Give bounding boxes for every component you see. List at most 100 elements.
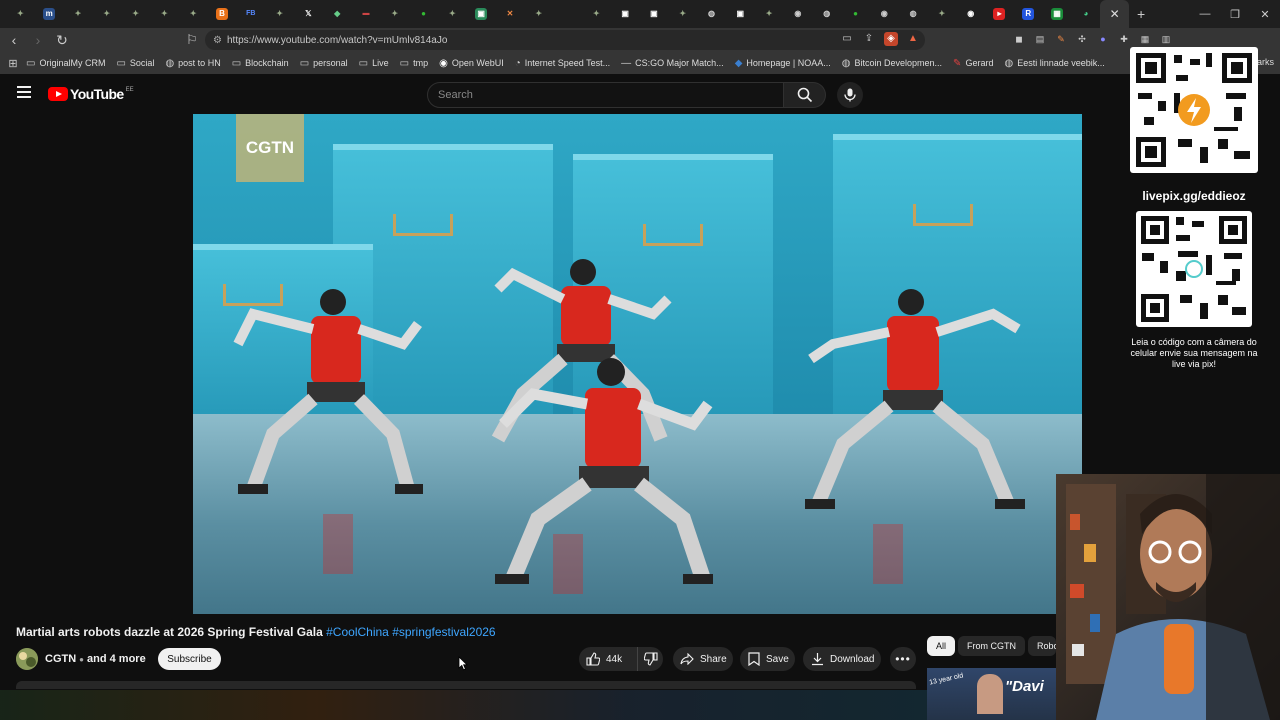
browser-tab[interactable] <box>553 0 582 28</box>
browser-tab[interactable]: ▣ <box>611 0 640 28</box>
maximize-icon[interactable]: ❐ <box>1220 0 1250 28</box>
browser-tab[interactable]: ✦ <box>150 0 179 28</box>
browser-tab[interactable]: ▣ <box>726 0 755 28</box>
browser-tab[interactable]: ▦ <box>1043 0 1072 28</box>
share-page-icon[interactable]: ⇪ <box>862 32 876 46</box>
browser-tab[interactable]: ✦ <box>668 0 697 28</box>
extension-icon[interactable]: ▦ <box>1138 32 1152 46</box>
browser-tab[interactable]: R <box>1014 0 1043 28</box>
browser-tab[interactable]: ◉ <box>956 0 985 28</box>
sidebar-icon[interactable]: ▥ <box>1159 32 1173 46</box>
bookmark-item[interactable]: ◆ Homepage | NOAA... <box>735 58 831 69</box>
browser-tab[interactable]: ◍ <box>812 0 841 28</box>
extension-icon[interactable]: ✎ <box>1054 32 1068 46</box>
browser-tab[interactable]: B <box>208 0 237 28</box>
chip-related[interactable]: Robo <box>1028 636 1056 656</box>
video-player[interactable]: CGTN <box>193 114 1082 614</box>
collaborators-label[interactable]: and 4 more <box>87 653 146 665</box>
reload-icon[interactable]: ↻ <box>52 30 72 50</box>
browser-tab[interactable]: ▸ <box>985 0 1014 28</box>
browser-tab[interactable]: ◍ <box>697 0 726 28</box>
chip-all[interactable]: All <box>927 636 956 656</box>
bookmark-item[interactable]: ◍ post to HN <box>165 58 220 69</box>
cast-icon[interactable]: ▭ <box>840 32 854 46</box>
extension-icon[interactable]: ▤ <box>1033 32 1047 46</box>
description-box[interactable] <box>16 681 916 689</box>
hashtag-link[interactable]: #CoolChina <box>326 625 389 639</box>
site-info-icon[interactable]: ⚙ <box>213 35 227 46</box>
browser-tab[interactable]: FB <box>236 0 265 28</box>
extension-icon[interactable]: ● <box>1096 32 1110 46</box>
browser-tab[interactable]: ◍ <box>899 0 928 28</box>
browser-tab[interactable]: ✦ <box>524 0 553 28</box>
bookmark-item[interactable]: ✎ Gerard <box>953 58 993 69</box>
bookmark-icon[interactable]: ⚐ <box>186 32 198 48</box>
hashtag-link[interactable]: #springfestival2026 <box>392 625 495 639</box>
browser-tab[interactable]: ✦ <box>438 0 467 28</box>
browser-tab[interactable]: ● <box>841 0 870 28</box>
extensions-puzzle-icon[interactable]: ✚ <box>1117 32 1131 46</box>
close-tab-icon[interactable]: ✕ <box>1110 7 1120 21</box>
channel-name[interactable]: CGTN <box>45 653 76 665</box>
browser-tab[interactable]: ✦ <box>582 0 611 28</box>
browser-tab[interactable]: ◉ <box>870 0 899 28</box>
save-button[interactable]: Save <box>740 647 795 671</box>
voice-search-button[interactable] <box>837 82 863 108</box>
bookmark-item[interactable]: ▭ tmp <box>400 58 428 69</box>
apps-grid-icon[interactable]: ⊞ <box>0 57 26 70</box>
forward-icon[interactable]: › <box>28 30 48 50</box>
download-button[interactable]: Download <box>803 647 881 671</box>
channel-avatar[interactable] <box>16 648 38 670</box>
bookmark-item[interactable]: ◍ Eesti linnade veebik... <box>1004 58 1104 69</box>
browser-tab[interactable]: ✦ <box>265 0 294 28</box>
chip-from-channel[interactable]: From CGTN <box>958 636 1025 656</box>
bookmark-item[interactable]: ◔ Internet Speed Test... <box>515 58 610 69</box>
browser-tab[interactable]: ● <box>409 0 438 28</box>
bookmark-item[interactable]: ▭ personal <box>300 58 348 69</box>
browser-tab[interactable]: ✦ <box>179 0 208 28</box>
subscribe-button[interactable]: Subscribe <box>158 648 221 670</box>
bookmark-item[interactable]: ▭ Blockchain <box>232 58 289 69</box>
menu-icon[interactable] <box>17 86 31 98</box>
browser-tab[interactable]: ▣ <box>467 0 496 28</box>
share-button[interactable]: Share <box>673 647 733 671</box>
bookmark-item[interactable]: ◉ Open WebUI <box>439 58 504 69</box>
bookmark-item[interactable]: ▭ Social <box>116 58 154 69</box>
dislike-button[interactable] <box>637 647 663 671</box>
bookmark-item[interactable]: ▭ OriginalMy CRM <box>26 58 105 69</box>
browser-tab[interactable]: ◉ <box>784 0 813 28</box>
browser-tab[interactable]: ✦ <box>64 0 93 28</box>
browser-tab[interactable]: ✕ <box>496 0 525 28</box>
browser-tab[interactable]: ✦ <box>92 0 121 28</box>
bookmark-item[interactable]: ◍ Bitcoin Developmen... <box>842 58 942 69</box>
browser-tab[interactable]: m <box>35 0 64 28</box>
search-button[interactable] <box>784 82 826 108</box>
search-input[interactable]: Search <box>427 82 784 108</box>
back-icon[interactable]: ‹ <box>4 30 24 50</box>
browser-tab[interactable]: ◕ <box>1071 0 1100 28</box>
browser-tab[interactable]: ▬ <box>352 0 381 28</box>
close-window-icon[interactable]: ✕ <box>1250 0 1280 28</box>
extension-icon[interactable]: ◼ <box>1012 32 1026 46</box>
bookmark-item[interactable]: ▭ Live <box>359 58 389 69</box>
more-actions-button[interactable]: ••• <box>890 647 916 671</box>
recommended-video-thumbnail[interactable]: 13 year old "Davi <box>927 668 1056 720</box>
extension-icon[interactable]: ✣ <box>1075 32 1089 46</box>
browser-tab[interactable]: ✦ <box>755 0 784 28</box>
address-bar[interactable]: ⚙ https://www.youtube.com/watch?v=mUmlv8… <box>205 30 925 50</box>
new-tab-icon[interactable]: + <box>1129 6 1153 22</box>
browser-tab[interactable]: 𝕏 <box>294 0 323 28</box>
bookmark-item[interactable]: — CS:GO Major Match... <box>621 58 724 69</box>
browser-tab[interactable]: ✦ <box>6 0 35 28</box>
minimize-icon[interactable]: — <box>1190 0 1220 28</box>
brave-rewards-icon[interactable]: ▲ <box>906 32 920 46</box>
browser-tab-active[interactable]: ✕ <box>1100 0 1130 28</box>
browser-tab[interactable]: ✦ <box>380 0 409 28</box>
like-button[interactable]: 44k <box>579 647 637 671</box>
youtube-logo[interactable]: YouTube EE <box>48 86 134 102</box>
browser-tab[interactable]: ✦ <box>928 0 957 28</box>
browser-tab[interactable]: ▣ <box>640 0 669 28</box>
brave-shield-icon[interactable]: ◈ <box>884 32 898 46</box>
browser-tab[interactable]: ✦ <box>121 0 150 28</box>
browser-tab[interactable]: ◆ <box>323 0 352 28</box>
